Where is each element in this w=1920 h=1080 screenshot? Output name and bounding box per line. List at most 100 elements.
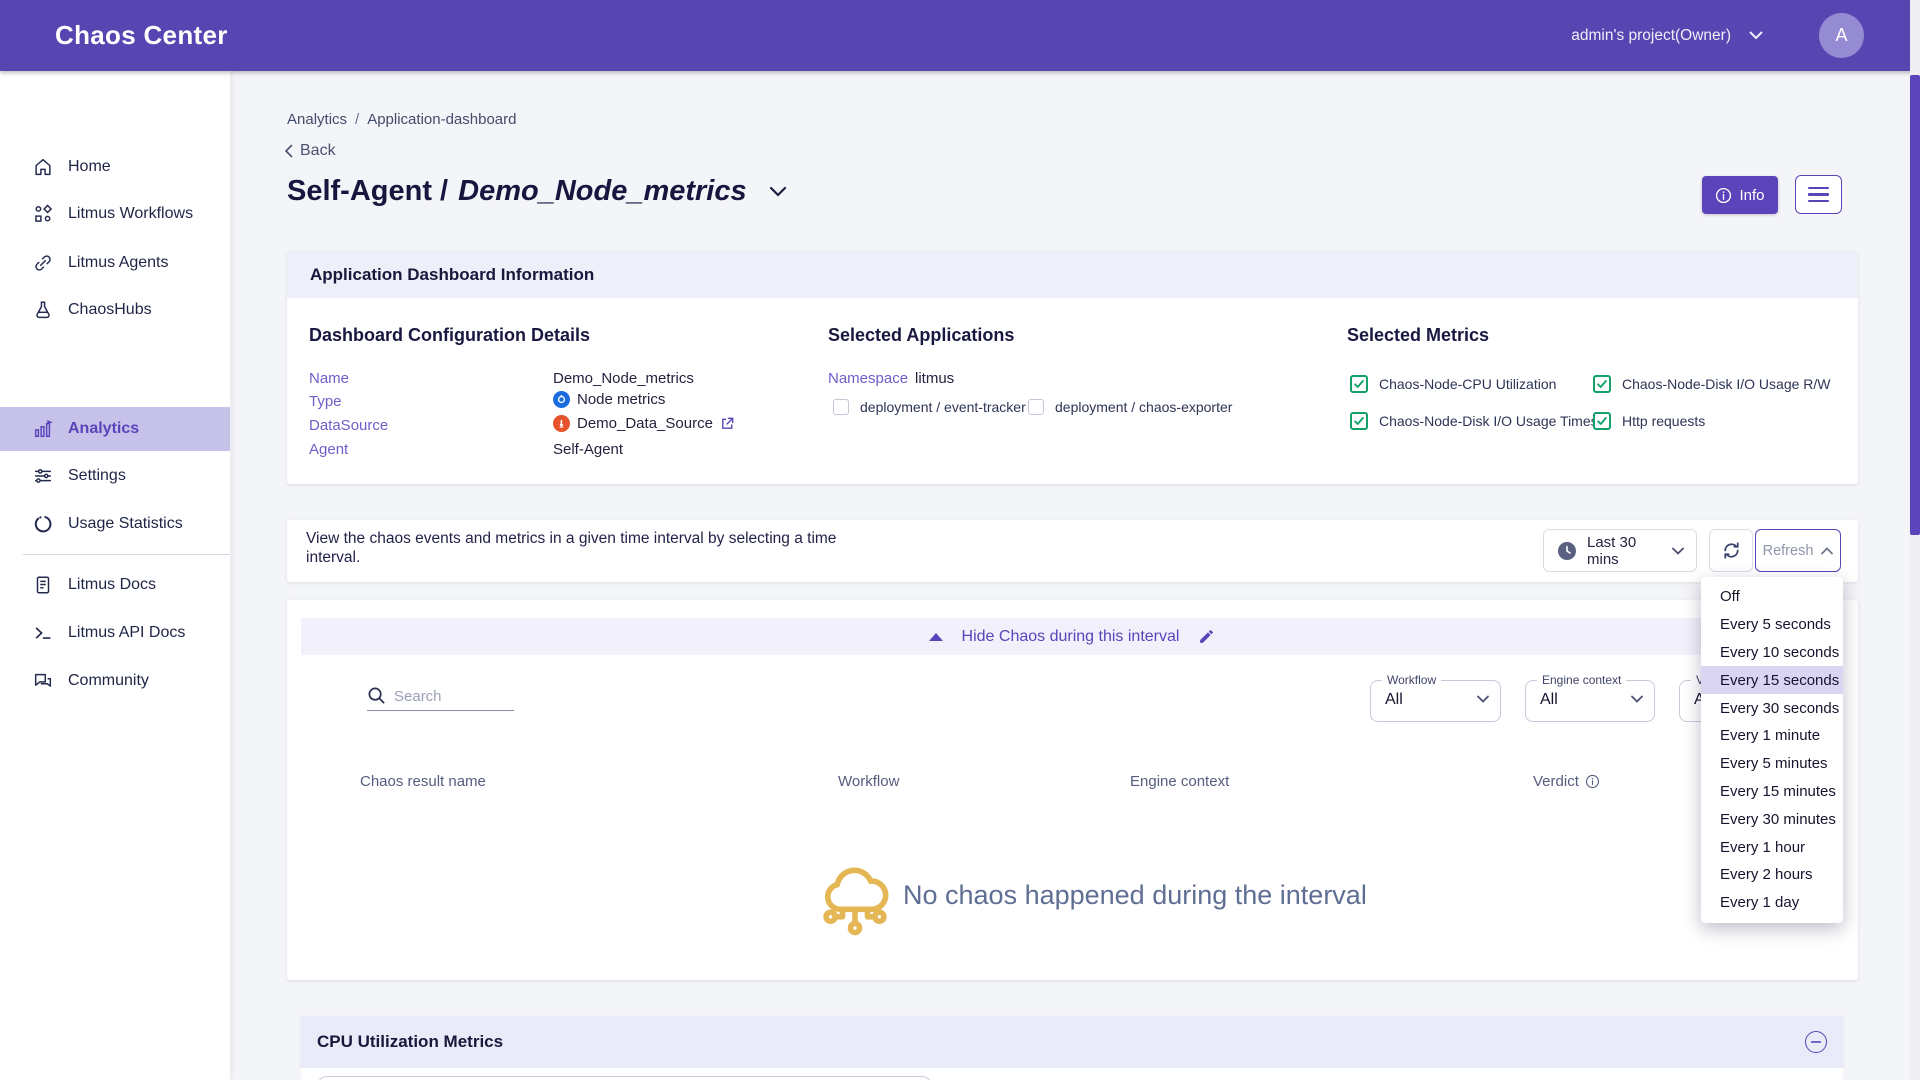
cpu-metrics-panel (317, 1076, 932, 1080)
scrollbar-thumb[interactable] (1910, 75, 1920, 535)
chaoshub-icon (32, 299, 54, 321)
dashboard-title-row: Self-Agent / Demo_Node_metrics (287, 175, 787, 208)
refresh-select-label: Refresh (1763, 543, 1814, 559)
cpu-metrics-header: CPU Utilization Metrics (301, 1016, 1843, 1068)
sidebar-item-litmus-agents[interactable]: Litmus Agents (0, 241, 230, 285)
checkbox-checked[interactable] (1593, 375, 1611, 393)
sidebar-item-home[interactable]: Home (0, 145, 230, 189)
workflow-filter-value: All (1385, 691, 1403, 709)
chaos-center-app: Chaos Center admin's project(Owner) A Ho… (0, 0, 1920, 1080)
chevron-down-icon (1749, 31, 1763, 40)
metric-option: Http requests (1593, 412, 1705, 430)
breadcrumb-separator: / (355, 111, 359, 128)
sidebar-item-analytics[interactable]: Analytics (0, 407, 230, 451)
checkbox-checked[interactable] (1350, 412, 1368, 430)
breadcrumb-application-dashboard[interactable]: Application-dashboard (367, 111, 516, 128)
sidebar-item-usage-statistics[interactable]: Usage Statistics (0, 502, 230, 546)
sidebar-item-label: Community (68, 672, 149, 690)
sidebar-item-settings[interactable]: Settings (0, 454, 230, 498)
node-metrics-icon (553, 391, 570, 408)
title-chevron-down-icon[interactable] (769, 186, 787, 197)
checkbox-unchecked[interactable] (1028, 399, 1044, 415)
sidebar-item-litmus-workflows[interactable]: Litmus Workflows (0, 192, 230, 236)
verdict-info-icon[interactable] (1585, 774, 1600, 789)
back-button[interactable]: Back (284, 142, 336, 160)
sidebar: Home Litmus Workflows Litmus Agents Chao… (0, 71, 230, 1080)
chevron-down-icon (1477, 695, 1489, 703)
checkbox-checked[interactable] (1350, 375, 1368, 393)
sidebar-item-litmus-docs[interactable]: Litmus Docs (0, 563, 230, 607)
menu-item-every-1-minute[interactable]: Every 1 minute (1701, 722, 1843, 750)
avatar[interactable]: A (1819, 13, 1864, 58)
refresh-rate-select[interactable]: Refresh (1755, 529, 1841, 572)
menu-item-every-1-hour[interactable]: Every 1 hour (1701, 833, 1843, 861)
menu-item-every-2-hours[interactable]: Every 2 hours (1701, 861, 1843, 889)
breadcrumb-analytics[interactable]: Analytics (287, 111, 347, 128)
type-label: Type (309, 393, 342, 410)
scrollbar-track[interactable] (1910, 0, 1920, 1080)
app-title: Chaos Center (55, 0, 228, 71)
datasource-value: Demo_Data_Source (553, 415, 735, 432)
sidebar-item-label: Analytics (68, 420, 139, 438)
checkbox-checked[interactable] (1593, 412, 1611, 430)
external-link-icon[interactable] (720, 416, 735, 431)
agent-title: Self-Agent / (287, 175, 448, 208)
workflows-icon (32, 203, 54, 225)
breadcrumb: Analytics / Application-dashboard (287, 111, 516, 128)
time-range-select[interactable]: Last 30 mins (1543, 529, 1697, 572)
terminal-icon (32, 622, 54, 644)
workflow-filter-select[interactable]: Workflow All (1370, 680, 1501, 722)
collapse-minus-icon[interactable] (1805, 1031, 1827, 1053)
docs-icon (32, 574, 54, 596)
metric-option: Chaos-Node-CPU Utilization (1350, 375, 1556, 393)
refresh-now-button[interactable] (1709, 529, 1753, 572)
menu-item-off[interactable]: Off (1701, 583, 1843, 611)
time-range-value: Last 30 mins (1587, 534, 1662, 568)
sidebar-item-litmus-api-docs[interactable]: Litmus API Docs (0, 611, 230, 655)
menu-item-every-30-minutes[interactable]: Every 30 minutes (1701, 805, 1843, 833)
checkbox-unchecked[interactable] (833, 399, 849, 415)
home-icon (32, 156, 54, 178)
selected-metrics-title: Selected Metrics (1347, 325, 1489, 346)
avatar-initial: A (1835, 25, 1847, 46)
menu-item-every-30-seconds[interactable]: Every 30 seconds (1701, 694, 1843, 722)
type-value: Node metrics (553, 391, 665, 408)
sidebar-item-label: Home (68, 158, 111, 176)
dashboard-menu-button[interactable] (1795, 175, 1842, 214)
application-option-label: deployment / event-tracker (860, 399, 1026, 415)
menu-item-every-15-seconds[interactable]: Every 15 seconds (1701, 666, 1843, 694)
edit-pencil-icon[interactable] (1198, 628, 1215, 645)
menu-item-every-1-day[interactable]: Every 1 day (1701, 889, 1843, 917)
engine-context-filter-select[interactable]: Engine context All (1525, 680, 1655, 722)
chevron-up-icon (1821, 547, 1833, 555)
menu-item-every-5-minutes[interactable]: Every 5 minutes (1701, 750, 1843, 778)
sidebar-item-chaoshubs[interactable]: ChaosHubs (0, 288, 230, 332)
project-selector[interactable]: admin's project(Owner) (1571, 0, 1763, 71)
column-header-workflow: Workflow (838, 773, 899, 790)
engine-context-filter-label: Engine context (1537, 673, 1626, 687)
menu-item-every-5-seconds[interactable]: Every 5 seconds (1701, 611, 1843, 639)
engine-context-filter-value: All (1540, 691, 1558, 709)
sidebar-divider (23, 554, 230, 555)
metric-option: Chaos-Node-Disk I/O Usage R/W (1593, 375, 1831, 393)
hide-chaos-toggle-bar[interactable]: Hide Chaos during this interval (301, 618, 1843, 655)
metric-option: Chaos-Node-Disk I/O Usage Times (1350, 412, 1598, 430)
info-button[interactable]: Info (1702, 176, 1778, 214)
config-details-title: Dashboard Configuration Details (309, 325, 590, 346)
datasource-label: DataSource (309, 417, 388, 434)
search-input[interactable] (394, 688, 509, 705)
metric-option-label: Chaos-Node-Disk I/O Usage R/W (1622, 376, 1831, 392)
info-card-header: Application Dashboard Information (287, 251, 1858, 298)
metric-option-label: Chaos-Node-Disk I/O Usage Times (1379, 413, 1598, 429)
empty-state-cloud-icon (815, 855, 895, 951)
refresh-icon (1720, 539, 1743, 562)
info-circle-icon (1715, 187, 1732, 204)
chevron-down-icon (1631, 695, 1643, 703)
workflow-filter-label: Workflow (1382, 673, 1441, 687)
sidebar-item-community[interactable]: Community (0, 659, 230, 703)
sidebar-item-label: Settings (68, 467, 126, 485)
dashboard-info-card: Application Dashboard Information Dashbo… (287, 251, 1858, 484)
menu-item-every-15-minutes[interactable]: Every 15 minutes (1701, 778, 1843, 806)
menu-item-every-10-seconds[interactable]: Every 10 seconds (1701, 639, 1843, 667)
project-label: admin's project(Owner) (1571, 27, 1731, 45)
